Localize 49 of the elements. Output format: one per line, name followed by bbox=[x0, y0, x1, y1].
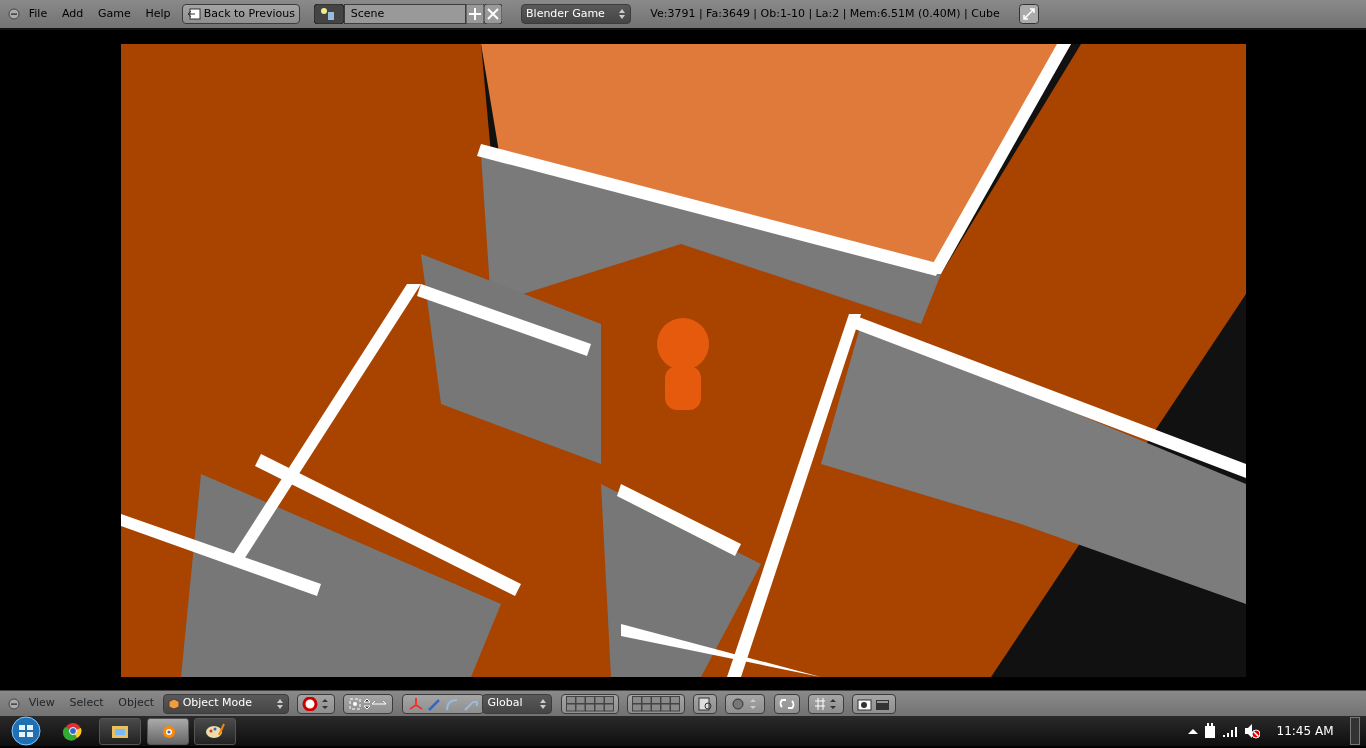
muted-speaker-icon[interactable] bbox=[1244, 723, 1261, 739]
power-icon[interactable] bbox=[1203, 723, 1218, 739]
signal-icon[interactable] bbox=[1222, 725, 1239, 737]
collapse-icon[interactable] bbox=[8, 697, 20, 710]
scene-icon[interactable] bbox=[313, 4, 344, 24]
menu-item[interactable]: Add bbox=[55, 5, 90, 23]
lock-button[interactable] bbox=[693, 693, 718, 714]
collapse-icon[interactable] bbox=[8, 8, 20, 20]
layer-icon bbox=[565, 695, 614, 712]
layer-grid[interactable] bbox=[626, 693, 685, 714]
snap-grid-button[interactable] bbox=[807, 693, 844, 714]
mode-dropdown[interactable]: Object Mode bbox=[162, 693, 289, 714]
pivot-icon bbox=[348, 696, 389, 711]
back-button[interactable]: Back to Previous bbox=[182, 4, 301, 24]
manipulator-button[interactable] bbox=[401, 693, 484, 714]
cube-icon bbox=[167, 697, 180, 710]
button-label: Back to Previous bbox=[203, 5, 296, 22]
dropdown-label: Object Mode bbox=[182, 695, 252, 712]
shading-icon bbox=[302, 696, 331, 711]
proportional-button[interactable] bbox=[725, 693, 766, 714]
pivot-button[interactable] bbox=[343, 693, 394, 714]
menu-item[interactable]: Game bbox=[91, 5, 137, 23]
engine-dropdown[interactable]: Blender Game bbox=[521, 4, 632, 24]
camera-button[interactable] bbox=[852, 693, 897, 714]
menu-item[interactable]: Object bbox=[112, 695, 161, 712]
dropdown-label: Global bbox=[487, 695, 523, 712]
back-icon bbox=[187, 8, 202, 20]
menu-item[interactable]: Select bbox=[63, 695, 110, 712]
updown-icon bbox=[275, 697, 284, 710]
app-icon[interactable] bbox=[146, 717, 189, 745]
menu-item[interactable]: View bbox=[22, 695, 61, 712]
lock-icon-icon bbox=[698, 696, 713, 711]
clock-text[interactable]: 11:45 AM bbox=[1276, 722, 1334, 740]
shading-button[interactable] bbox=[297, 693, 336, 714]
fullscreen-icon[interactable] bbox=[1018, 4, 1039, 24]
paint-icon[interactable] bbox=[194, 717, 236, 745]
updown-icon bbox=[618, 8, 627, 20]
stats-text: Ve:3791 | Fa:3649 | Ob:1-10 | La:2 | Mem:6.51M (0.40M) | Cube bbox=[650, 5, 1000, 22]
orientation-dropdown[interactable]: Global bbox=[482, 693, 553, 714]
magnet-button[interactable] bbox=[773, 693, 800, 714]
folder-icon[interactable] bbox=[99, 717, 141, 745]
show-hidden-icon[interactable] bbox=[1187, 728, 1198, 734]
updown-icon bbox=[539, 697, 548, 710]
layer-grid[interactable] bbox=[560, 693, 619, 714]
dropdown-label: Blender Game bbox=[526, 5, 605, 22]
show-desktop-button[interactable] bbox=[1350, 717, 1360, 745]
menu-item[interactable]: File bbox=[22, 5, 54, 23]
layer-icon bbox=[631, 695, 680, 712]
menu-item[interactable]: Help bbox=[139, 5, 177, 23]
